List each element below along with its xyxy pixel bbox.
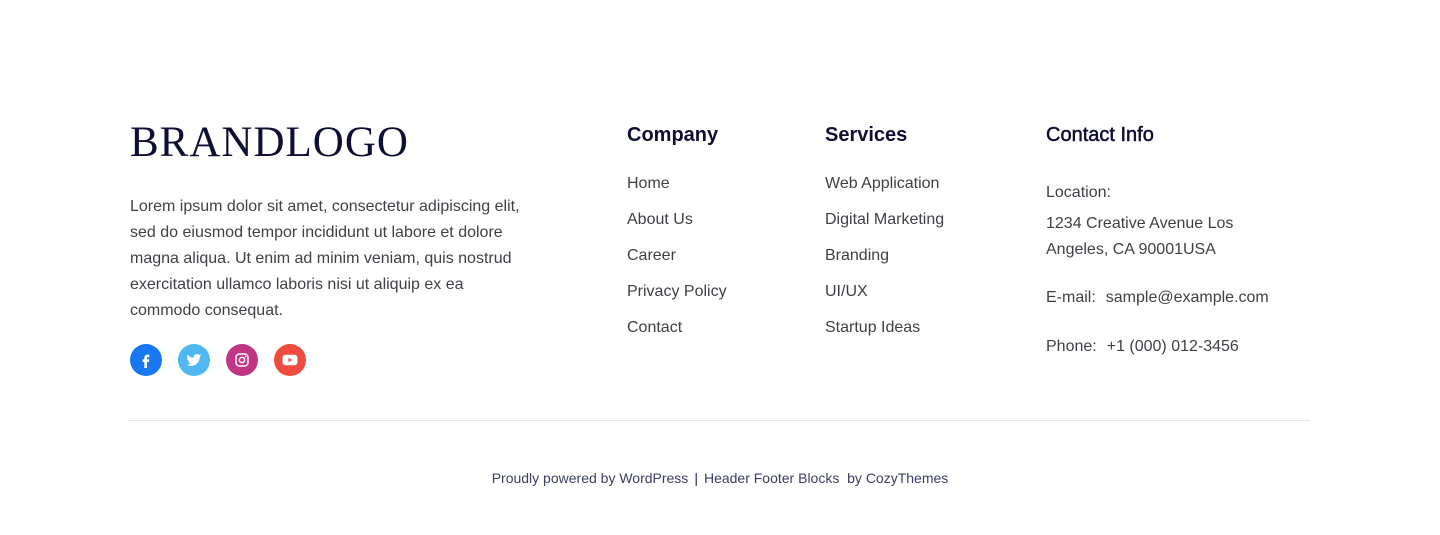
list-item: Contact: [627, 318, 807, 354]
services-links: Web Application Digital Marketing Brandi…: [825, 174, 1025, 354]
header-footer-blocks-link[interactable]: Header Footer Blocks: [704, 470, 839, 486]
list-item: Branding: [825, 246, 1025, 282]
facebook-icon: [142, 354, 150, 368]
facebook-link[interactable]: [130, 344, 162, 376]
list-item: About Us: [627, 210, 807, 246]
phone-label: Phone:: [1046, 338, 1097, 355]
cozythemes-link[interactable]: by CozyThemes: [847, 470, 948, 486]
list-item: Digital Marketing: [825, 210, 1025, 246]
services-heading: Services: [825, 124, 908, 146]
nav-link-about-us[interactable]: About Us: [627, 211, 693, 228]
brand-logo[interactable]: BRANDLOGO: [130, 120, 540, 166]
contact-heading: Contact Info: [1046, 124, 1154, 147]
youtube-link[interactable]: [274, 344, 306, 376]
email-label: E-mail:: [1046, 289, 1096, 306]
email-value[interactable]: sample@example.com: [1106, 289, 1269, 306]
service-link-web-application[interactable]: Web Application: [825, 175, 939, 192]
footer-credits: Proudly powered by WordPress | Header Foot…: [0, 468, 1440, 488]
list-item: Privacy Policy: [627, 282, 807, 318]
list-item: Web Application: [825, 174, 1025, 210]
nav-link-privacy-policy[interactable]: Privacy Policy: [627, 283, 727, 300]
list-item: Career: [627, 246, 807, 282]
instagram-link[interactable]: [226, 344, 258, 376]
nav-link-home[interactable]: Home: [627, 175, 670, 192]
email-row: E-mail: sample@example.com: [1046, 285, 1269, 311]
brand-description: Lorem ipsum dolor sit amet, consectetur …: [130, 198, 520, 319]
brand-column: BRANDLOGO Lorem ipsum dolor sit amet, co…: [130, 120, 540, 376]
service-link-branding[interactable]: Branding: [825, 247, 889, 264]
list-item: Home: [627, 174, 807, 210]
location-label: Location:: [1046, 184, 1111, 201]
service-link-ui-ux[interactable]: UI/UX: [825, 283, 868, 300]
service-link-digital-marketing[interactable]: Digital Marketing: [825, 211, 944, 228]
list-item: Startup Ideas: [825, 318, 1025, 354]
nav-link-contact[interactable]: Contact: [627, 319, 682, 336]
services-column: Services Web Application Digital Marketi…: [825, 120, 1025, 354]
powered-by-text[interactable]: Proudly powered by WordPress: [492, 470, 689, 486]
site-footer: BRANDLOGO Lorem ipsum dolor sit amet, co…: [0, 0, 1440, 535]
footer-divider: [128, 420, 1310, 421]
company-heading: Company: [627, 124, 719, 146]
service-link-startup-ideas[interactable]: Startup Ideas: [825, 319, 920, 336]
company-links: Home About Us Career Privacy Policy Cont…: [627, 174, 807, 354]
credits-separator: |: [694, 470, 698, 486]
phone-row: Phone: +1 (000) 012-3456: [1046, 334, 1239, 360]
social-links: [130, 344, 306, 376]
phone-value[interactable]: +1 (000) 012-3456: [1107, 338, 1239, 355]
nav-link-career[interactable]: Career: [627, 247, 676, 264]
youtube-icon: [282, 354, 298, 366]
instagram-icon: [235, 353, 249, 367]
company-column: Company Home About Us Career Privacy Pol…: [627, 120, 807, 354]
twitter-icon: [186, 353, 202, 366]
list-item: UI/UX: [825, 282, 1025, 318]
contact-column: Contact Info Location: 1234 Creative Ave…: [1046, 120, 1316, 355]
location-value: 1234 Creative Avenue Los Angeles, CA 900…: [1046, 215, 1234, 258]
twitter-link[interactable]: [178, 344, 210, 376]
